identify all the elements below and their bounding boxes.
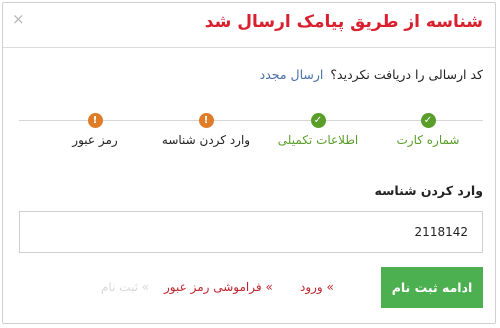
check-icon: ✓ [420,113,436,128]
resend-question: کد ارسالی را دریافت نکردید؟ [330,67,483,82]
step-label: رمز عبور [72,133,118,147]
check-icon: ✓ [310,113,326,128]
step-enter-id: ! وارد کردن شناسه [146,113,266,147]
id-field-label: وارد کردن شناسه [374,183,483,198]
continue-registration-button[interactable]: ادامه ثبت نام [381,267,483,308]
id-input[interactable] [19,211,483,253]
dialog-title: شناسه از طریق پیامک ارسال شد [204,12,483,32]
step-extra-info: ✓ اطلاعات تکمیلی [258,113,378,147]
forgot-password-link[interactable]: » فراموشی رمز عبور [164,280,273,294]
step-label: اطلاعات تکمیلی [277,133,359,147]
step-password: ! رمز عبور [35,113,155,147]
dialog-header: × شناسه از طریق پیامک ارسال شد [3,3,495,48]
resend-row: کد ارسالی را دریافت نکردید؟ ارسال مجدد [260,67,483,82]
resend-link[interactable]: ارسال مجدد [260,67,324,82]
exclamation-icon: ! [87,113,103,128]
step-label: وارد کردن شناسه [161,133,251,147]
exclamation-icon: ! [198,113,214,128]
sms-dialog: × شناسه از طریق پیامک ارسال شد کد ارسالی… [2,2,496,324]
step-label: شماره کارت [396,133,460,147]
register-link[interactable]: » ثبت نام [101,280,149,294]
login-link[interactable]: » ورود [300,280,334,294]
close-icon[interactable]: × [12,10,25,28]
step-card-number: ✓ شماره کارت [368,113,488,147]
